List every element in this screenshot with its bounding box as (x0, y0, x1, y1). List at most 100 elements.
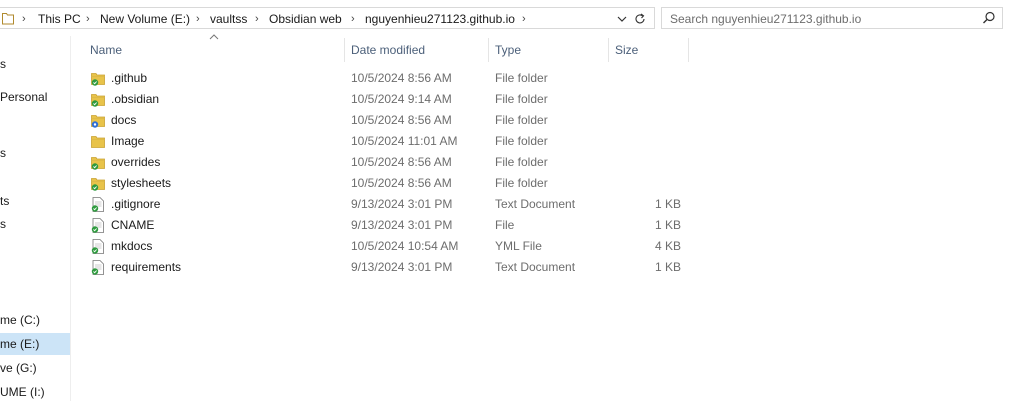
column-divider[interactable] (688, 38, 689, 62)
document-sync-icon (91, 239, 104, 254)
nav-item[interactable]: ts (0, 190, 70, 212)
file-type: File (495, 218, 515, 232)
file-size: 1 KB (654, 218, 681, 232)
file-name[interactable]: overrides (111, 152, 160, 173)
file-row[interactable]: .gitignore 9/13/2024 3:01 PM Text Docume… (88, 194, 688, 215)
nav-item-drive-e[interactable]: me (E:) (0, 333, 70, 355)
file-size: 1 KB (654, 197, 681, 211)
file-type: Text Document (495, 197, 576, 211)
file-row[interactable]: overrides 10/5/2024 8:56 AM File folder (88, 152, 688, 173)
file-name[interactable]: Image (111, 131, 144, 152)
nav-item-drive-c[interactable]: me (C:) (0, 309, 70, 331)
file-name[interactable]: .obsidian (111, 89, 159, 110)
breadcrumb-separator-icon[interactable]: › (22, 11, 26, 27)
file-type: YML File (495, 239, 542, 253)
refresh-icon[interactable] (633, 11, 647, 27)
breadcrumb-new-volume[interactable]: New Volume (E:) (100, 11, 190, 27)
nav-item-drive-g[interactable]: ve (G:) (0, 357, 70, 379)
file-row[interactable]: .obsidian 10/5/2024 9:14 AM File folder (88, 89, 688, 110)
document-sync-icon (91, 197, 104, 212)
file-row[interactable]: stylesheets 10/5/2024 8:56 AM File folde… (88, 173, 688, 194)
folder-sync-icon (91, 94, 105, 107)
file-date-modified: 10/5/2024 11:01 AM (351, 134, 458, 148)
column-divider[interactable] (608, 38, 609, 62)
column-divider[interactable] (488, 38, 489, 62)
nav-item-label: s (0, 146, 6, 160)
nav-item-drive-i[interactable]: UME (I:) (0, 381, 70, 403)
file-row[interactable]: mkdocs 10/5/2024 10:54 AM YML File 4 KB (88, 236, 688, 257)
file-size: 1 KB (654, 260, 681, 274)
file-date-modified: 10/5/2024 9:14 AM (351, 92, 452, 106)
nav-item-personal[interactable]: Personal (0, 86, 70, 108)
nav-item-label: ts (0, 194, 10, 208)
file-size: 4 KB (654, 239, 681, 253)
nav-item-label: Personal (0, 90, 48, 104)
nav-item[interactable]: s (0, 53, 70, 75)
search-icon[interactable] (982, 11, 996, 25)
address-bar[interactable]: › This PC › New Volume (E:) › vaultss › … (0, 7, 655, 29)
file-name[interactable]: stylesheets (111, 173, 171, 194)
file-date-modified: 10/5/2024 10:54 AM (351, 239, 459, 253)
document-sync-icon (91, 260, 104, 275)
folder-icon (91, 136, 105, 148)
nav-item-label: me (E:) (0, 337, 40, 351)
column-divider[interactable] (344, 38, 345, 62)
file-type: File folder (495, 113, 548, 127)
breadcrumb-separator-icon[interactable]: › (351, 11, 355, 27)
folder-sync-icon (91, 157, 105, 170)
breadcrumb-separator-icon[interactable]: › (255, 11, 259, 27)
folder-syncing-icon (91, 115, 105, 128)
breadcrumb-separator-icon[interactable]: › (196, 11, 200, 27)
nav-item-label: s (0, 57, 6, 71)
file-date-modified: 9/13/2024 3:01 PM (351, 197, 453, 211)
folder-sync-icon (91, 73, 105, 86)
file-name[interactable]: .github (111, 68, 147, 89)
file-name[interactable]: mkdocs (111, 236, 152, 257)
file-size (608, 110, 681, 131)
folder-icon (2, 13, 14, 25)
nav-item-label: me (C:) (0, 313, 40, 327)
file-type: File folder (495, 155, 548, 169)
folder-sync-icon (91, 178, 105, 191)
file-row[interactable]: requirements 9/13/2024 3:01 PM Text Docu… (88, 257, 688, 278)
nav-item-label: s (0, 217, 6, 231)
breadcrumb-obsidian-web[interactable]: Obsidian web (269, 11, 342, 27)
navigation-pane[interactable]: s Personal s ts s me (C:) me (E:) ve (G:… (0, 36, 70, 401)
chevron-down-icon[interactable] (615, 11, 629, 27)
file-row[interactable]: docs 10/5/2024 8:56 AM File folder (88, 110, 688, 131)
file-date-modified: 9/13/2024 3:01 PM (351, 218, 453, 232)
file-name[interactable]: .gitignore (111, 194, 160, 215)
file-row[interactable]: .github 10/5/2024 8:56 AM File folder (88, 68, 688, 89)
column-header-size[interactable]: Size (615, 36, 638, 64)
nav-item[interactable]: s (0, 213, 70, 235)
search-input[interactable]: Search nguyenhieu271123.github.io (661, 7, 1003, 29)
nav-item[interactable]: s (0, 142, 70, 164)
breadcrumb-this-pc[interactable]: This PC (38, 11, 81, 27)
file-name[interactable]: docs (111, 110, 136, 131)
column-header-date-modified[interactable]: Date modified (351, 36, 425, 64)
file-date-modified: 10/5/2024 8:56 AM (351, 71, 452, 85)
file-row[interactable]: Image 10/5/2024 11:01 AM File folder (88, 131, 688, 152)
file-size (608, 68, 681, 89)
file-name[interactable]: requirements (111, 257, 181, 278)
breadcrumb-separator-icon[interactable]: › (522, 11, 526, 27)
breadcrumb-current-folder[interactable]: nguyenhieu271123.github.io (365, 11, 515, 27)
file-date-modified: 10/5/2024 8:56 AM (351, 155, 452, 169)
nav-item-label: ve (G:) (0, 361, 37, 375)
pane-divider[interactable] (70, 36, 71, 401)
file-size (608, 152, 681, 173)
file-name[interactable]: CNAME (111, 215, 154, 236)
file-type: File folder (495, 92, 548, 106)
search-placeholder: Search nguyenhieu271123.github.io (670, 12, 862, 26)
file-date-modified: 10/5/2024 8:56 AM (351, 113, 452, 127)
file-size (608, 131, 681, 152)
file-size (608, 89, 681, 110)
file-row[interactable]: CNAME 9/13/2024 3:01 PM File 1 KB (88, 215, 688, 236)
breadcrumb-vaultss[interactable]: vaultss (210, 11, 247, 27)
column-header-name[interactable]: Name (90, 36, 122, 64)
file-type: Text Document (495, 260, 576, 274)
sort-ascending-icon (209, 34, 219, 40)
column-header-type[interactable]: Type (495, 36, 521, 64)
breadcrumb-separator-icon[interactable]: › (86, 11, 90, 27)
document-sync-icon (91, 218, 104, 233)
